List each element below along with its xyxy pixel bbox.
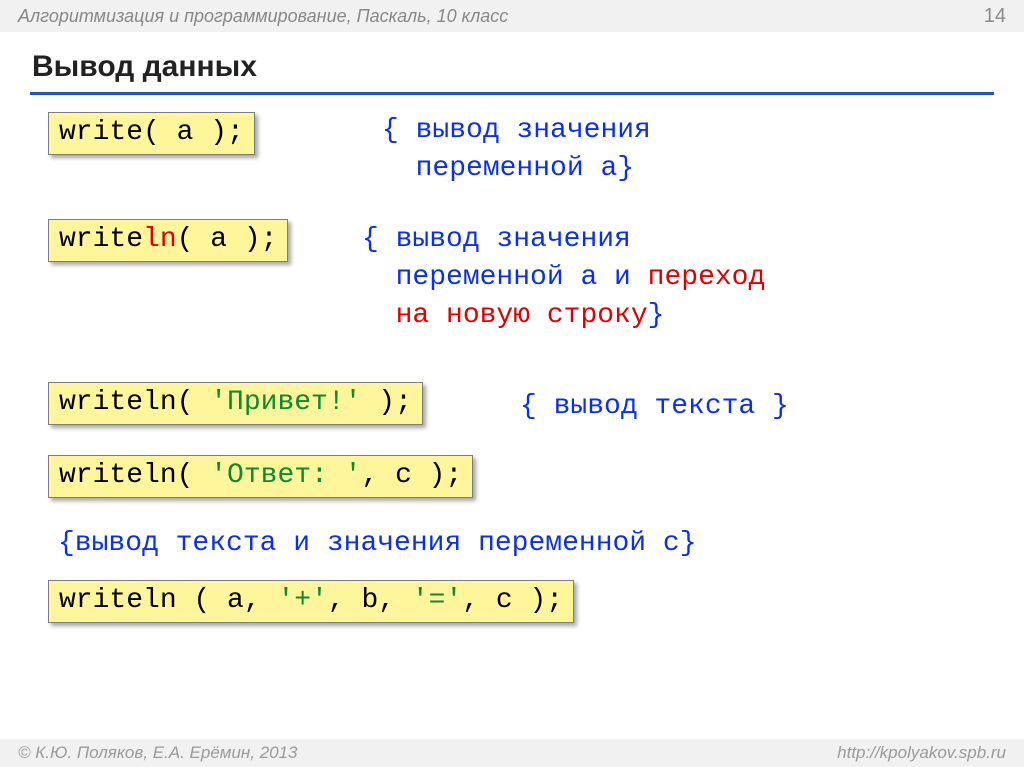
bottom-bar: © К.Ю. Поляков, Е.А. Ерёмин, 2013 http:/… — [0, 739, 1024, 767]
string-literal: '=' — [412, 585, 462, 616]
title-underline — [30, 92, 994, 95]
brace-close: } — [617, 153, 634, 184]
code-text: writeln ( a, — [59, 585, 277, 616]
code-text: writeln( — [59, 460, 210, 491]
code-text: ( a ); — [177, 224, 278, 255]
comment-line: переменной a — [416, 153, 618, 184]
string-literal: 'Привет!' — [210, 387, 361, 418]
comment-line: вывод значения — [396, 224, 631, 255]
code-writeln-answer: writeln( 'Ответ: ', c ); — [48, 455, 473, 498]
comment-text: { вывод текста } — [520, 391, 789, 422]
brace-close: } — [648, 300, 665, 331]
code-text: , c ); — [361, 460, 462, 491]
comment-writeln-a: { вывод значения переменной a и переход … — [362, 221, 765, 334]
footer-url: http://kpolyakov.spb.ru — [837, 743, 1006, 763]
copyright: © К.Ю. Поляков, Е.А. Ерёмин, 2013 — [18, 743, 298, 763]
comment-line: переменной a и — [396, 262, 648, 293]
comment-red: на новую строку — [396, 300, 648, 331]
comment-write-a: { вывод значения переменной a} — [382, 112, 651, 188]
code-text: write( a ); — [59, 117, 244, 148]
brace-open: { — [362, 224, 396, 255]
string-literal: 'Ответ: ' — [210, 460, 361, 491]
string-literal: '+' — [277, 585, 327, 616]
comment-text: {вывод текста и значения переменной c} — [58, 528, 697, 559]
code-writeln-hello: writeln( 'Привет!' ); — [48, 382, 423, 425]
code-text: , c ); — [462, 585, 563, 616]
code-ln: ln — [143, 224, 177, 255]
breadcrumb: Алгоритмизация и программирование, Паска… — [18, 6, 508, 27]
brace-open: { — [382, 115, 416, 146]
code-text: , b, — [328, 585, 412, 616]
comment-red: переход — [648, 262, 766, 293]
slide: Алгоритмизация и программирование, Паска… — [0, 0, 1024, 767]
code-text: ); — [361, 387, 411, 418]
comment-line: вывод значения — [416, 115, 651, 146]
code-text: writeln( — [59, 387, 210, 418]
comment-writeln-hello: { вывод текста } — [520, 388, 789, 426]
code-text: write — [59, 224, 143, 255]
comment-text-and-var: {вывод текста и значения переменной c} — [58, 525, 697, 563]
page-title: Вывод данных — [32, 50, 257, 84]
page-number: 14 — [984, 5, 1006, 28]
code-writeln-expr: writeln ( a, '+', b, '=', c ); — [48, 580, 574, 623]
code-writeln-a: writeln( a ); — [48, 219, 288, 262]
top-bar: Алгоритмизация и программирование, Паска… — [0, 0, 1024, 32]
code-write-a: write( a ); — [48, 112, 255, 155]
